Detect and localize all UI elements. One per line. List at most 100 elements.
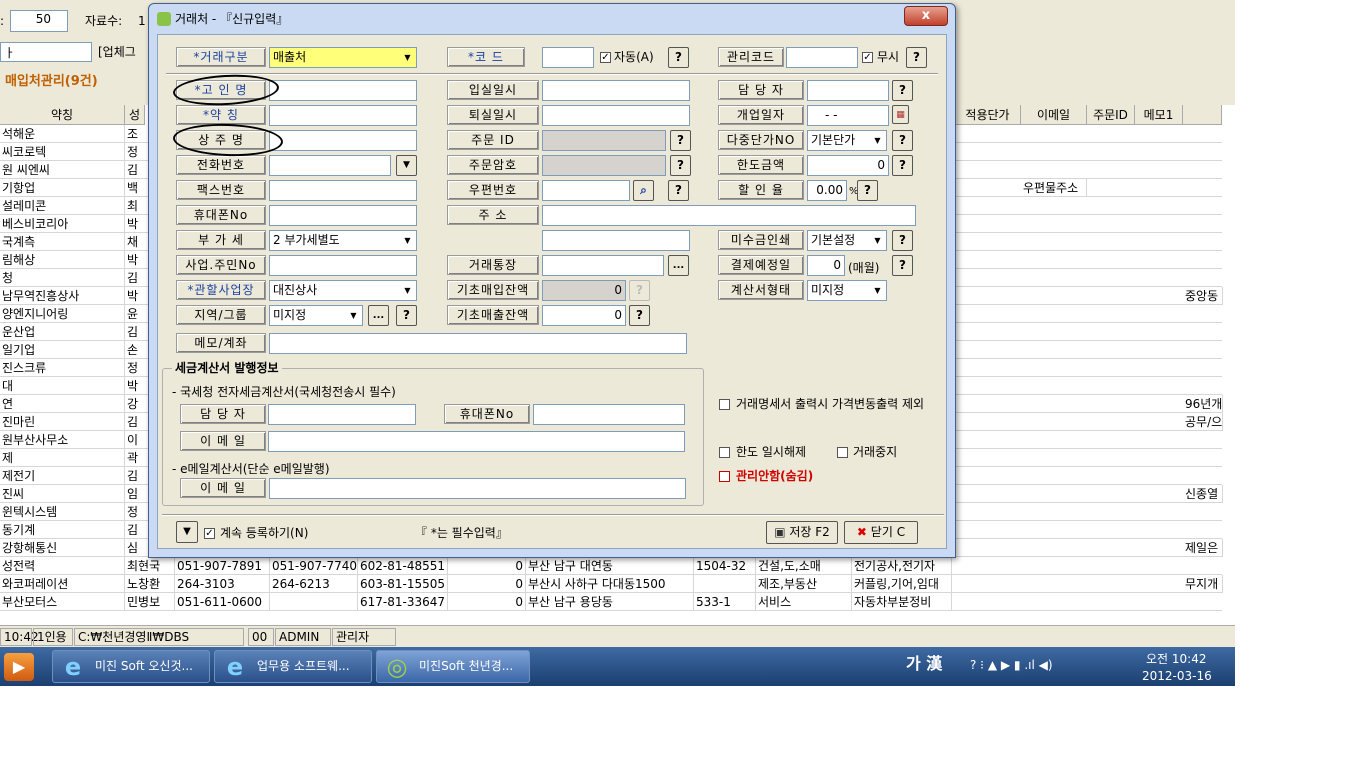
fax-input[interactable] [269, 180, 417, 201]
table-cell: 제일은 [1183, 539, 1223, 557]
order-pw-input[interactable] [542, 155, 666, 176]
init-buy-input[interactable]: 0 [542, 280, 626, 301]
zip-input[interactable] [542, 180, 630, 201]
filter-spinner[interactable]: 50 [10, 10, 68, 32]
table-cell: 부산 남구 대연동 [526, 557, 694, 575]
bizno-input[interactable] [269, 255, 417, 276]
background-combo[interactable]: ㅏ [0, 42, 92, 62]
taskbar-item-1[interactable]: e 미진 Soft 오신것... [52, 650, 210, 683]
table-cell: 자동차부분정비 [852, 593, 952, 611]
table-cell: 석해운 [0, 125, 125, 143]
grid-header[interactable]: 약칭 [0, 105, 125, 125]
table-row[interactable]: 성전력 최현국 051-907-7891 051-907-7740 602-81-485… [0, 557, 1222, 575]
region-more-button[interactable]: ... [368, 305, 389, 326]
nts-label: - 국세청 전자세금계산서(국세청전송시 필수) [172, 385, 396, 399]
discount-help-button[interactable]: ? [857, 180, 878, 201]
chevron-down-icon: ▼ [874, 286, 881, 295]
mgmt-help-button[interactable]: ? [906, 47, 927, 68]
limit-help-button[interactable]: ? [892, 155, 913, 176]
grid-header[interactable]: 성 [125, 105, 145, 125]
calendar-icon[interactable]: ▦ [892, 105, 909, 124]
address-input[interactable] [542, 205, 916, 226]
taskbar-item-3[interactable]: ◎ 미진Soft 천년경... [376, 650, 530, 683]
table-cell: 무지개 [1183, 575, 1223, 593]
open-date-input[interactable]: - - [807, 105, 889, 126]
auto-checkbox[interactable]: ✓ [600, 52, 611, 63]
out-date-input[interactable] [542, 105, 690, 126]
phone-input[interactable] [269, 155, 391, 176]
hide-checkbox[interactable] [719, 471, 730, 482]
region-select[interactable]: 미지정 ▼ [269, 305, 363, 326]
close-icon[interactable]: x [904, 6, 948, 26]
ignore-checkbox[interactable]: ✓ [862, 52, 873, 63]
vat-select[interactable]: 2 부가세별도 ▼ [269, 230, 417, 251]
trade-stop-label: 거래중지 [853, 445, 898, 459]
in-date-input[interactable] [542, 80, 690, 101]
init-sale-input[interactable]: 0 [542, 305, 626, 326]
order-id-help-button[interactable]: ? [670, 130, 691, 151]
code-help-button[interactable]: ? [668, 47, 689, 68]
table-row[interactable]: 부산모터스 민병보 051-611-0600 617-81-33647 0 부산 남구 용… [0, 593, 1222, 611]
save-button[interactable]: ▣ 저장 F2 [766, 521, 838, 544]
vat-value: 2 부가세별도 [273, 233, 340, 247]
grid-header[interactable]: 적용단가 [955, 105, 1021, 125]
taskbar-item-2[interactable]: e 업무용 소프트웨... [214, 650, 372, 683]
bank-select[interactable] [542, 255, 664, 276]
price-exclude-checkbox[interactable] [719, 399, 730, 410]
media-player-icon[interactable]: ▶ [4, 653, 34, 681]
ime-indicator[interactable]: 가 漢 [906, 656, 942, 672]
limit-input[interactable]: 0 [807, 155, 889, 176]
address-detail-input[interactable] [542, 230, 690, 251]
multi-price-select[interactable]: 기본단가 ▼ [807, 130, 887, 151]
email2-input[interactable] [269, 478, 686, 499]
memo-input[interactable] [269, 333, 687, 354]
unpaid-help-button[interactable]: ? [892, 230, 913, 251]
mobile-input[interactable] [269, 205, 417, 226]
multi-price-help-button[interactable]: ? [892, 130, 913, 151]
search-icon[interactable]: ⌕ [633, 180, 654, 201]
tray-icons[interactable]: ? ⁝ ▲ ▶ ▮ .ıl ◀) [970, 658, 1053, 672]
table-cell: 부산시 사하구 다대동1500 [526, 575, 694, 593]
zip-help-button[interactable]: ? [668, 180, 689, 201]
table-cell: 연 [0, 395, 125, 413]
code-input[interactable] [542, 47, 594, 68]
company-group-check[interactable]: [업체그 [98, 45, 136, 59]
unpaid-print-select[interactable]: 기본설정 ▼ [807, 230, 887, 251]
branch-select[interactable]: 대진상사 ▼ [269, 280, 417, 301]
tax-email-input[interactable] [268, 431, 685, 452]
close-button[interactable]: ✖ 닫기 C [844, 521, 918, 544]
table-row[interactable]: 와코퍼레이션 노창환 264-3103 264-6213 603-81-15505 0 부산… [0, 575, 1223, 593]
bank-more-button[interactable]: ... [668, 255, 689, 276]
manager-help-button[interactable]: ? [892, 80, 913, 101]
order-pw-help-button[interactable]: ? [670, 155, 691, 176]
grid-header[interactable]: 이메일 [1021, 105, 1087, 125]
owner-input[interactable] [269, 130, 417, 151]
table-cell: 진스크류 [0, 359, 125, 377]
region-help-button[interactable]: ? [396, 305, 417, 326]
table-cell: 베스비코리아 [0, 215, 125, 233]
tax-mobile-input[interactable] [533, 404, 685, 425]
trade-stop-checkbox[interactable] [837, 447, 848, 458]
discount-input[interactable]: 0.00 [807, 180, 847, 201]
mgmt-code-input[interactable] [786, 47, 858, 68]
chevron-down-icon[interactable]: ▼ [176, 521, 198, 543]
gokyeong-input[interactable] [269, 80, 417, 101]
manager-input[interactable] [807, 80, 889, 101]
order-id-input[interactable] [542, 130, 666, 151]
grid-header[interactable]: 메모1 [1135, 105, 1183, 125]
trade-type-select[interactable]: 매출처 ▼ [269, 47, 417, 68]
clock-time[interactable]: 오전 10:42 [1146, 652, 1206, 666]
pay-day-input[interactable]: 0 [807, 255, 845, 276]
limit-release-checkbox[interactable] [719, 447, 730, 458]
price-exclude-label: 거래명세서 출력시 가격변동출력 제외 [736, 397, 925, 411]
short-name-input[interactable] [269, 105, 417, 126]
init-sale-help-button[interactable]: ? [629, 305, 650, 326]
continue-checkbox[interactable]: ✓ [204, 528, 215, 539]
invoice-type-select[interactable]: 미지정 ▼ [807, 280, 887, 301]
grid-header[interactable]: 주문ID [1087, 105, 1135, 125]
tax-manager-input[interactable] [268, 404, 416, 425]
clock-date[interactable]: 2012-03-16 [1142, 669, 1212, 683]
pay-day-help-button[interactable]: ? [892, 255, 913, 276]
dialog-title: 거래처 - 『신규입력』 [175, 12, 289, 26]
phone-dropdown-button[interactable]: ▼ [396, 155, 417, 176]
